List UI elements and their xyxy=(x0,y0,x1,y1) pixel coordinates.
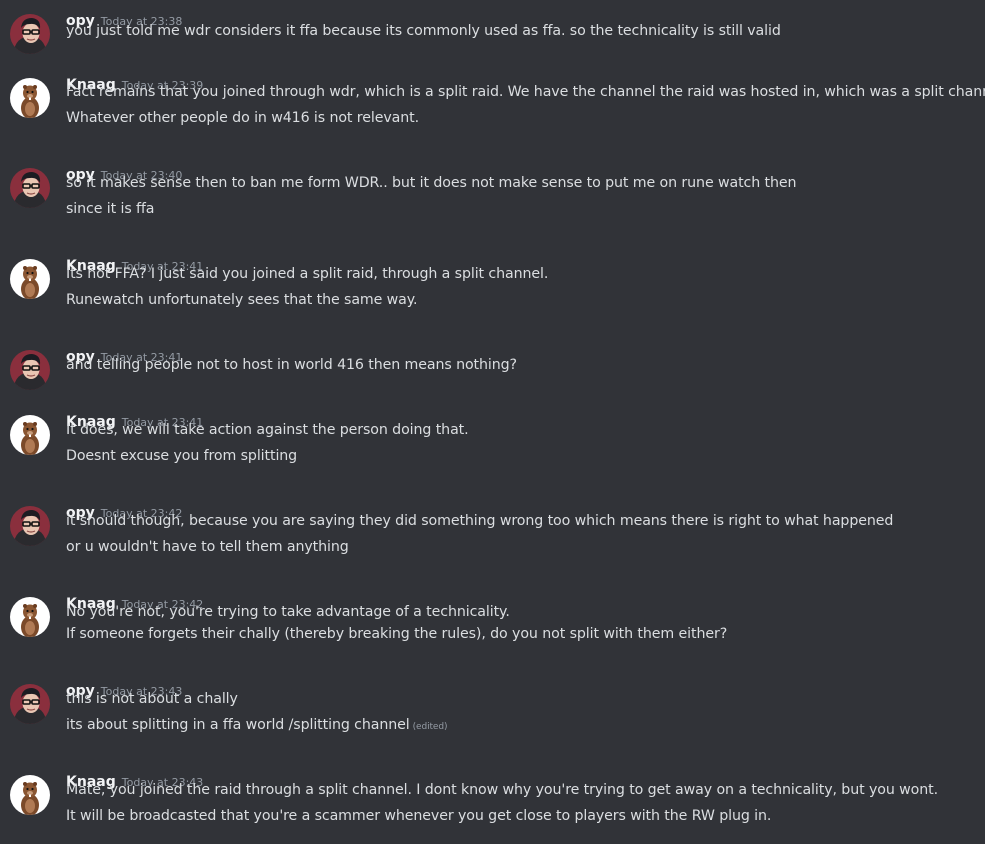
opy-avatar[interactable] xyxy=(10,168,50,208)
opy-avatar[interactable] xyxy=(10,350,50,390)
edited-label: (edited) xyxy=(412,722,448,732)
message-text: this is not about a chally xyxy=(66,691,238,707)
opy-avatar[interactable] xyxy=(10,14,50,54)
message-text: If someone forgets their chally (thereby… xyxy=(66,626,728,642)
beaver-avatar[interactable] xyxy=(10,775,50,815)
beaver-avatar[interactable] xyxy=(10,78,50,118)
opy-avatar[interactable] xyxy=(10,506,50,546)
message-text: No you're not, you're trying to take adv… xyxy=(66,604,510,620)
beaver-avatar[interactable] xyxy=(10,597,50,637)
message-content: Fact remains that you joined through wdr… xyxy=(66,84,985,100)
message-text: so it makes sense then to ban me form WD… xyxy=(66,175,797,191)
message-content: since it is ffa xyxy=(66,201,155,217)
message-text: Mate, you joined the raid through a spli… xyxy=(66,782,939,798)
message-content: Mate, you joined the raid through a spli… xyxy=(66,782,938,798)
message-content: and telling people not to host in world … xyxy=(66,357,517,373)
message-text: It does, we will take action against the… xyxy=(66,422,469,438)
message-content: No you're not, you're trying to take adv… xyxy=(66,604,510,620)
message-content: It does, we will take action against the… xyxy=(66,422,469,438)
message-text: and telling people not to host in world … xyxy=(66,357,517,373)
message-text: or u wouldn't have to tell them anything xyxy=(66,539,349,555)
beaver-avatar[interactable] xyxy=(10,415,50,455)
message-content: or u wouldn't have to tell them anything xyxy=(66,539,349,555)
message-content: If someone forgets their chally (thereby… xyxy=(66,626,727,642)
message-content: Doesnt excuse you from splitting xyxy=(66,448,297,464)
message-content: Whatever other people do in w416 is not … xyxy=(66,110,419,126)
beaver-avatar[interactable] xyxy=(10,259,50,299)
message-text: it should though, because you are saying… xyxy=(66,513,894,529)
message-content: so it makes sense then to ban me form WD… xyxy=(66,175,797,191)
message-text: It will be broadcasted that you're a sca… xyxy=(66,808,772,824)
message-content: its about splitting in a ffa world /spli… xyxy=(66,717,447,733)
message-text: Runewatch unfortunately sees that the sa… xyxy=(66,292,418,308)
message-text: you just told me wdr considers it ffa be… xyxy=(66,23,781,39)
message-text: its about splitting in a ffa world /spli… xyxy=(66,717,410,733)
message-text: Whatever other people do in w416 is not … xyxy=(66,110,419,126)
message-content: you just told me wdr considers it ffa be… xyxy=(66,23,781,39)
message-text: Its not FFA? I just said you joined a sp… xyxy=(66,266,549,282)
message-content: this is not about a chally xyxy=(66,691,238,707)
message-text: since it is ffa xyxy=(66,201,155,217)
message-content: Runewatch unfortunately sees that the sa… xyxy=(66,292,418,308)
message-text: Doesnt excuse you from splitting xyxy=(66,448,298,464)
message-content: Its not FFA? I just said you joined a sp… xyxy=(66,266,548,282)
message-content: It will be broadcasted that you're a sca… xyxy=(66,808,771,824)
message-content: it should though, because you are saying… xyxy=(66,513,893,529)
message-text: Fact remains that you joined through wdr… xyxy=(66,84,985,100)
chat-message-list[interactable]: opy Today at 23:38 you just told me wdr co… xyxy=(0,0,985,844)
opy-avatar[interactable] xyxy=(10,684,50,724)
